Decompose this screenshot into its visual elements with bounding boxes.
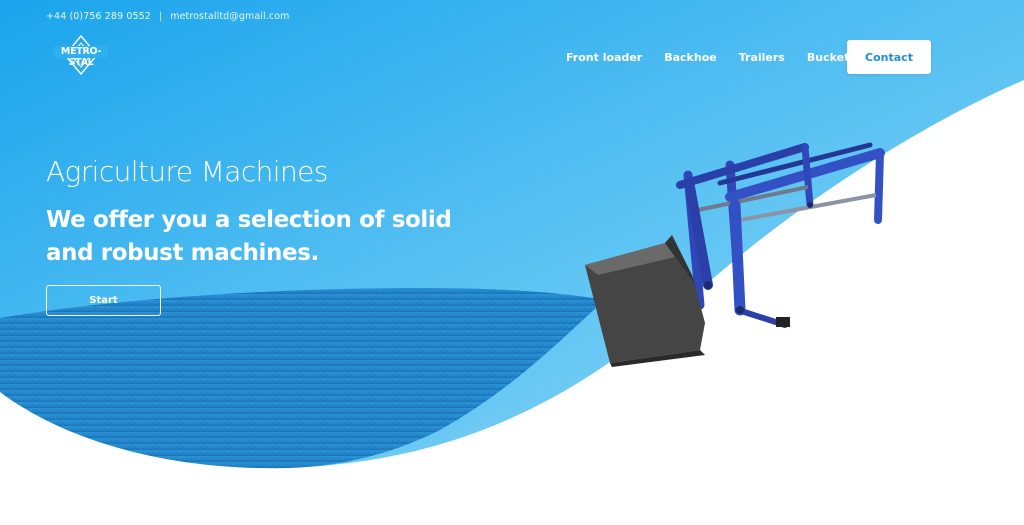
logo-text: METRO-STAL xyxy=(60,46,102,68)
main-nav: Front loader Backhoe Trailers Buckets xyxy=(566,51,878,64)
hero-title: We offer you a selection of solid and ro… xyxy=(46,207,452,266)
hero-subtitle: Agriculture Machines xyxy=(46,155,328,188)
separator: | xyxy=(158,10,163,22)
logo[interactable]: METRO-STAL xyxy=(52,34,110,76)
start-button[interactable]: Start xyxy=(46,285,161,316)
phone-number[interactable]: +44 (0)756 289 0552 xyxy=(46,11,151,22)
contact-bar: +44 (0)756 289 0552 | metrostalltd@gmail… xyxy=(46,9,289,23)
nav-front-loader[interactable]: Front loader xyxy=(566,51,642,64)
nav-trailers[interactable]: Trailers xyxy=(739,51,785,64)
nav-backhoe[interactable]: Backhoe xyxy=(664,51,717,64)
front-loader-image xyxy=(585,142,885,367)
email-address[interactable]: metrostalltd@gmail.com xyxy=(170,11,289,22)
contact-button[interactable]: Contact xyxy=(847,40,931,74)
